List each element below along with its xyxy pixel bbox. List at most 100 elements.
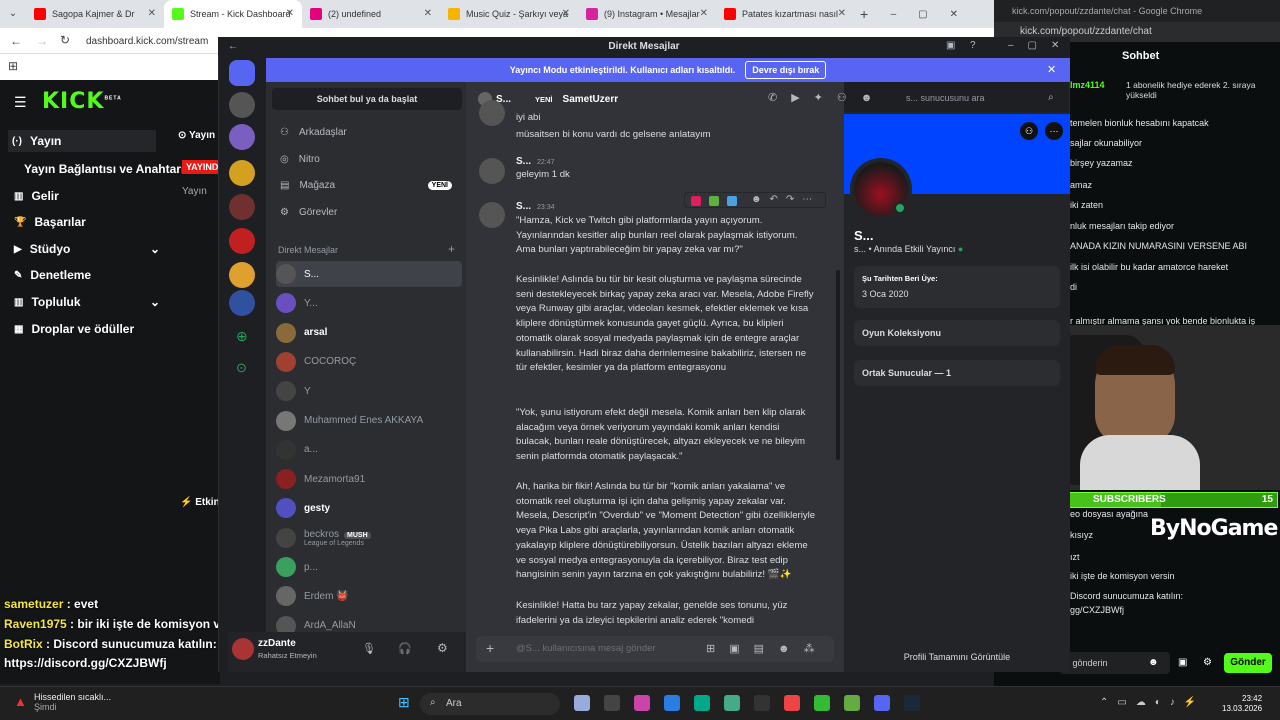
- more-icon[interactable]: ⋯: [1045, 122, 1063, 140]
- taskbar-app-icon[interactable]: [724, 695, 740, 711]
- add-friend-icon[interactable]: ⚇: [1020, 122, 1038, 140]
- dm-item[interactable]: COCOROÇ: [276, 349, 462, 375]
- dm-item[interactable]: Mezamorta91: [276, 466, 462, 492]
- browser-tab[interactable]: Patates kızartması nasıl ✕: [716, 0, 854, 28]
- taskbar-app-icon[interactable]: [664, 695, 680, 711]
- chat-search-input[interactable]: s... sunucusunu ara: [898, 89, 1064, 107]
- settings-icon[interactable]: ⚙: [1203, 657, 1212, 668]
- forward-icon[interactable]: →: [36, 34, 48, 48]
- kick-nav-item[interactable]: ▦ Droplar ve ödüller: [14, 322, 134, 336]
- search-icon[interactable]: ⌕: [1048, 92, 1054, 103]
- kick-nav-item[interactable]: ▥ Topluluk ⌄: [14, 295, 160, 309]
- weather-icon[interactable]: ▲: [14, 694, 27, 709]
- message-avatar[interactable]: [479, 158, 505, 184]
- store-icon[interactable]: ▣: [1178, 657, 1187, 668]
- dm-item[interactable]: Y: [276, 378, 462, 404]
- back-icon[interactable]: ←: [10, 34, 22, 48]
- dm-item[interactable]: gesty: [276, 495, 462, 521]
- discord-back-icon[interactable]: ←: [228, 41, 238, 52]
- dm-item[interactable]: beckros MUSH League of Legends: [276, 525, 462, 551]
- tab-close-icon[interactable]: ✕: [286, 8, 294, 19]
- clock[interactable]: 23:42 13.03.2026: [1222, 694, 1262, 714]
- taskbar-app-icon[interactable]: [694, 695, 710, 711]
- dm-item[interactable]: arsal: [276, 320, 462, 346]
- system-tray-icons[interactable]: ⌃▭☁◐♪⚡: [1100, 697, 1205, 708]
- weather-widget[interactable]: Hissedilen sıcaklı... Şimdi: [34, 692, 111, 712]
- tab-close-icon[interactable]: ✕: [424, 8, 432, 19]
- apps-grid-icon[interactable]: ⊞: [8, 59, 18, 73]
- taskbar-app-icon[interactable]: [604, 695, 620, 711]
- create-dm-icon[interactable]: +: [448, 242, 455, 256]
- gift-user[interactable]: lmz4114: [1070, 80, 1105, 90]
- dm-item[interactable]: Erdem 👹: [276, 583, 462, 609]
- chat-scrollbar[interactable]: [836, 270, 840, 460]
- user-settings-icon[interactable]: ⚙: [437, 641, 448, 655]
- kick-nav-item[interactable]: (·) Yayın: [8, 130, 156, 152]
- server-icon[interactable]: [229, 124, 255, 150]
- new-tab-icon[interactable]: +: [860, 6, 868, 22]
- taskbar-app-icon[interactable]: [814, 695, 830, 711]
- tab-search-icon[interactable]: ⌄: [0, 9, 26, 19]
- menu-icon[interactable]: ☰: [14, 94, 27, 111]
- dm-item[interactable]: Muhammed Enes AKKAYA: [276, 408, 462, 434]
- dm-item[interactable]: S...: [276, 261, 462, 287]
- send-button[interactable]: Gönder: [1224, 653, 1272, 673]
- server-icon[interactable]: [229, 92, 255, 118]
- server-icon[interactable]: [229, 290, 255, 316]
- taskbar-app-icon[interactable]: [784, 695, 800, 711]
- message-avatar[interactable]: [479, 202, 505, 228]
- help-icon[interactable]: ?: [970, 40, 976, 51]
- browser-tab[interactable]: (9) Instagram • Mesajlar ✕: [578, 0, 716, 28]
- view-full-profile[interactable]: Profili Tamamını Görüntüle: [844, 652, 1070, 662]
- dm-search-button[interactable]: Sohbet bul ya da başlat: [272, 88, 462, 110]
- call-video-pin-icons[interactable]: ✆▶✦⚇☻: [768, 91, 886, 104]
- add-server-icon[interactable]: ⊕: [236, 328, 248, 345]
- add-attachment-icon[interactable]: +: [486, 640, 494, 656]
- banner-close-icon[interactable]: ✕: [1047, 63, 1056, 76]
- explore-icon[interactable]: ⊙: [236, 360, 247, 376]
- user-avatar[interactable]: [232, 638, 254, 660]
- message-author[interactable]: S...: [516, 156, 531, 167]
- dm-item[interactable]: a...: [276, 437, 462, 463]
- discord-window-controls[interactable]: –▢✕: [1008, 40, 1073, 51]
- tab-close-icon[interactable]: ✕: [838, 8, 846, 19]
- browser-tab[interactable]: Sagopa Kajmer & Dr ✕: [26, 0, 164, 28]
- dm-nav-item[interactable]: ◎ Nitro: [280, 154, 452, 165]
- taskbar-app-icon[interactable]: [874, 695, 890, 711]
- taskbar-app-icon[interactable]: [754, 695, 770, 711]
- reaction-red[interactable]: [691, 196, 701, 206]
- composer-action-icons[interactable]: ⊞▣▤☻⁂: [706, 642, 829, 655]
- tab-close-icon[interactable]: ✕: [148, 8, 156, 19]
- dm-nav-item[interactable]: ▤ Mağaza YENİ: [280, 180, 452, 191]
- start-icon[interactable]: ⊞: [398, 694, 410, 711]
- taskbar-app-icon[interactable]: [904, 695, 920, 711]
- taskbar-app-icon[interactable]: [634, 695, 650, 711]
- reload-icon[interactable]: ↻: [60, 33, 70, 47]
- headphones-icon[interactable]: 🎧: [398, 642, 412, 655]
- window-controls[interactable]: –▢✕: [891, 9, 980, 20]
- kick-nav-item[interactable]: ▶ Stüdyo ⌄: [14, 242, 160, 256]
- discord-home-icon[interactable]: [229, 60, 255, 86]
- tab-close-icon[interactable]: ✕: [562, 8, 570, 19]
- reaction-green[interactable]: [709, 196, 719, 206]
- message-author[interactable]: S...: [516, 201, 531, 212]
- disable-streamer-mode-button[interactable]: Devre dışı bırak: [745, 61, 827, 79]
- game-collection[interactable]: Oyun Koleksiyonu: [854, 320, 1060, 346]
- server-icon[interactable]: [229, 160, 255, 186]
- message-avatar[interactable]: [479, 100, 505, 126]
- chevron-down-icon[interactable]: ⌄: [150, 242, 160, 256]
- dm-item[interactable]: p...: [276, 554, 462, 580]
- dm-item[interactable]: Y...: [276, 290, 462, 316]
- kick-nav-item[interactable]: 🏆 Başarılar: [14, 215, 86, 229]
- dm-nav-item[interactable]: ⚇ Arkadaşlar: [280, 127, 452, 138]
- browser-tab[interactable]: (2) undefined ✕: [302, 0, 440, 28]
- reaction-blue[interactable]: [727, 196, 737, 206]
- taskbar-search[interactable]: Ara: [420, 693, 560, 715]
- inbox-icon[interactable]: ▣: [946, 40, 955, 51]
- emoji-icon[interactable]: ☻: [1148, 657, 1159, 668]
- kick-nav-item[interactable]: ✎ Denetleme: [14, 268, 91, 282]
- taskbar-app-icon[interactable]: [844, 695, 860, 711]
- dm-nav-item[interactable]: ⚙ Görevler: [280, 207, 452, 218]
- server-icon[interactable]: [229, 262, 255, 288]
- kick-nav-item[interactable]: Yayın Bağlantısı ve Anahtarı: [24, 162, 184, 176]
